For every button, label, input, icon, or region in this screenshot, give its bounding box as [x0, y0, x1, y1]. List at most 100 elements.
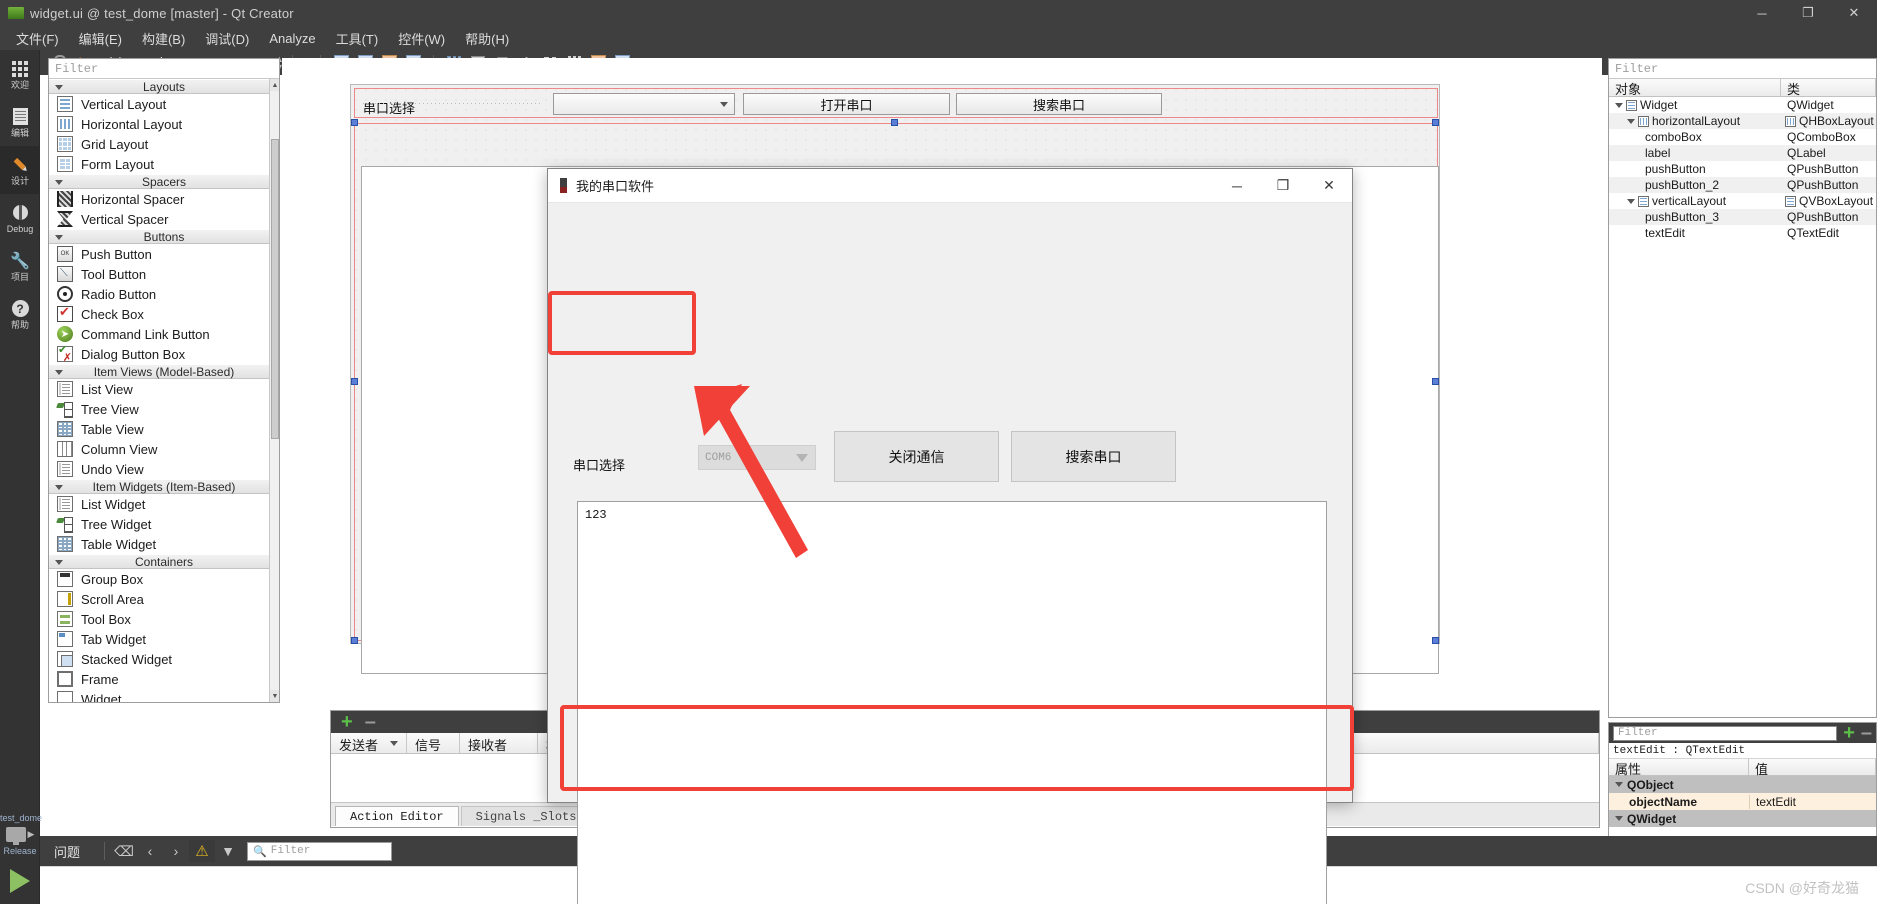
widget-item-radio-button[interactable]: Radio Button	[49, 284, 279, 304]
widget-group-layouts[interactable]: Layouts	[49, 79, 279, 94]
app-port-combobox[interactable]: COM6	[698, 445, 816, 470]
chevron-down-icon[interactable]	[1627, 198, 1635, 204]
object-row-textedit[interactable]: textEdit QTextEdit	[1609, 225, 1876, 241]
selection-handle-middle-right[interactable]	[1432, 378, 1439, 385]
scrollbar-thumb[interactable]	[271, 139, 279, 439]
designer-button-search-port[interactable]: 搜索串口	[956, 93, 1162, 115]
widget-item-column-view[interactable]: Column View	[49, 439, 279, 459]
menu-build[interactable]: 构建(B)	[132, 26, 195, 51]
object-row-widget[interactable]: Widget QWidget	[1609, 97, 1876, 113]
widget-item-list-view[interactable]: List View	[49, 379, 279, 399]
object-row-combobox[interactable]: comboBox QComboBox	[1609, 129, 1876, 145]
widget-item-tab-widget[interactable]: Tab Widget	[49, 629, 279, 649]
widget-item-tool-button[interactable]: Tool Button	[49, 264, 279, 284]
mode-edit[interactable]: 编辑	[0, 98, 40, 146]
chevron-down-icon[interactable]	[1615, 102, 1623, 108]
column-header-sender[interactable]: 发送者	[331, 733, 407, 753]
widget-item-vertical-spacer[interactable]: Vertical Spacer	[49, 209, 279, 229]
widget-item-stacked-widget[interactable]: Stacked Widget	[49, 649, 279, 669]
app-close-comm-button[interactable]: 关闭通信	[834, 431, 999, 482]
chevron-down-icon[interactable]	[1615, 816, 1623, 821]
widget-item-push-button[interactable]: OK Push Button	[49, 244, 279, 264]
menu-debug[interactable]: 调试(D)	[195, 26, 259, 51]
selection-handle-bottom-right[interactable]	[1432, 637, 1439, 644]
run-button[interactable]	[0, 858, 40, 904]
mode-welcome[interactable]: 欢迎	[0, 50, 40, 98]
widget-item-horizontal-layout[interactable]: Horizontal Layout	[49, 114, 279, 134]
mode-projects[interactable]: 🔧 项目	[0, 242, 40, 290]
object-row-pushbutton[interactable]: pushButton QPushButton	[1609, 161, 1876, 177]
minimize-icon[interactable]: ─	[1214, 169, 1260, 203]
menu-analyze[interactable]: Analyze	[259, 28, 325, 49]
widget-item-list-widget[interactable]: List Widget	[49, 494, 279, 514]
property-value[interactable]: textEdit	[1749, 794, 1876, 809]
property-filter-input[interactable]: Filter	[1613, 725, 1838, 741]
object-inspector-tree[interactable]: Widget QWidget horizontalLayout QHBoxLay…	[1609, 97, 1876, 241]
widget-item-grid-layout[interactable]: Grid Layout	[49, 134, 279, 154]
add-property-icon[interactable]: +	[1843, 723, 1855, 743]
widget-item-dialog-button-box[interactable]: Dialog Button Box	[49, 343, 279, 364]
selection-handle-top-center[interactable]	[891, 119, 898, 126]
minimize-icon[interactable]: ─	[1739, 0, 1785, 26]
designer-label-port-select[interactable]: 串口选择	[363, 98, 415, 117]
mode-help[interactable]: ? 帮助	[0, 290, 40, 338]
app-receive-textedit[interactable]: 123	[577, 501, 1327, 904]
menu-help[interactable]: 帮助(H)	[455, 26, 519, 51]
selection-handle-top-right[interactable]	[1432, 119, 1439, 126]
remove-property-icon[interactable]: –	[1861, 723, 1872, 743]
menu-edit[interactable]: 编辑(E)	[69, 26, 132, 51]
menu-widgets[interactable]: 控件(W)	[388, 26, 455, 51]
widget-item-table-view[interactable]: Table View	[49, 419, 279, 439]
selection-handle-middle-left[interactable]	[351, 378, 358, 385]
designer-button-open-port[interactable]: 打开串口	[743, 93, 950, 115]
menu-tools[interactable]: 工具(T)	[326, 26, 389, 51]
designer-combobox[interactable]	[553, 93, 735, 115]
object-row-vertical-layout[interactable]: verticalLayout QVBoxLayout	[1609, 193, 1876, 209]
widget-item-tree-widget[interactable]: Tree Widget	[49, 514, 279, 534]
object-row-horizontal-layout[interactable]: horizontalLayout QHBoxLayout	[1609, 113, 1876, 129]
add-connection-icon[interactable]: +	[341, 712, 353, 732]
close-icon[interactable]: ✕	[1831, 0, 1877, 26]
widget-item-tree-view[interactable]: Tree View	[49, 399, 279, 419]
object-row-pushbutton-3[interactable]: pushButton_3 QPushButton	[1609, 209, 1876, 225]
object-inspector-filter[interactable]: Filter	[1609, 59, 1876, 79]
close-icon[interactable]: ✕	[1306, 169, 1352, 203]
tab-action-editor[interactable]: Action Editor	[335, 806, 459, 826]
widget-item-check-box[interactable]: Check Box	[49, 304, 279, 324]
widget-group-containers[interactable]: Containers	[49, 554, 279, 569]
app-search-port-button[interactable]: 搜索串口	[1011, 431, 1176, 482]
warning-icon[interactable]: ⚠	[189, 840, 216, 862]
object-row-label[interactable]: label QLabel	[1609, 145, 1876, 161]
maximize-icon[interactable]: ❐	[1260, 169, 1306, 203]
widget-box-list[interactable]: Layouts Vertical Layout Horizontal Layou…	[49, 79, 279, 702]
widget-item-group-box[interactable]: Group Box	[49, 569, 279, 589]
object-row-pushbutton-2[interactable]: pushButton_2 QPushButton	[1609, 177, 1876, 193]
scroll-up-icon[interactable]: ▲	[270, 79, 279, 91]
property-group-qobject[interactable]: QObject	[1609, 776, 1876, 793]
column-header-object[interactable]: 对象	[1609, 79, 1781, 97]
next-issue-icon[interactable]: ›	[163, 840, 189, 862]
funnel-icon[interactable]: ▼	[215, 840, 241, 862]
widget-box-filter[interactable]: Filter	[49, 59, 279, 79]
column-header-value[interactable]: 值	[1749, 759, 1876, 777]
widget-item-horizontal-spacer[interactable]: Horizontal Spacer	[49, 189, 279, 209]
prev-issue-icon[interactable]: ‹	[137, 840, 163, 862]
property-row-objectname[interactable]: objectName textEdit	[1609, 793, 1876, 810]
column-header-signal[interactable]: 信号	[407, 733, 460, 753]
widget-item-widget[interactable]: Widget	[49, 689, 279, 702]
column-header-property[interactable]: 属性	[1609, 759, 1749, 777]
clear-icon[interactable]: ⌫	[111, 840, 137, 862]
kit-target-selector[interactable]: ▶	[0, 825, 40, 845]
maximize-icon[interactable]: ❐	[1785, 0, 1831, 26]
scroll-down-icon[interactable]: ▼	[270, 690, 279, 702]
column-header-class[interactable]: 类	[1781, 79, 1876, 97]
widget-group-item-views[interactable]: Item Views (Model-Based)	[49, 364, 279, 379]
mode-debug[interactable]: Debug	[0, 194, 40, 242]
property-group-qwidget[interactable]: QWidget	[1609, 810, 1876, 827]
selection-handle-bottom-left[interactable]	[351, 637, 358, 644]
issues-label[interactable]: 问题	[40, 842, 98, 861]
remove-connection-icon[interactable]: –	[365, 712, 376, 732]
widget-item-undo-view[interactable]: Undo View	[49, 459, 279, 479]
widget-item-form-layout[interactable]: Form Layout	[49, 154, 279, 174]
widget-group-spacers[interactable]: Spacers	[49, 174, 279, 189]
